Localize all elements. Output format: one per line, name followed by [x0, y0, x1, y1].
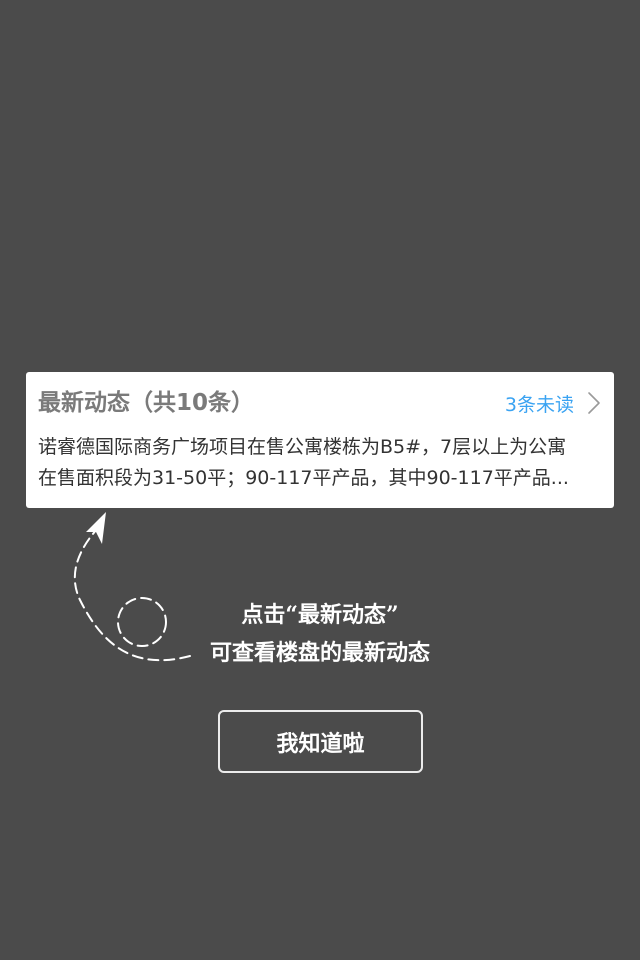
guide-hint: 点击“最新动态” 可查看楼盘的最新动态: [160, 596, 480, 672]
chevron-right-icon: [588, 392, 600, 414]
guide-hint-line: 可查看楼盘的最新动态: [209, 640, 430, 666]
unread-link[interactable]: 3条未读: [505, 389, 602, 417]
news-summary-line: 在售面积段为31-50平；90-117平产品，其中90-117平产品...: [38, 467, 569, 489]
unread-count-label: 3条未读: [504, 393, 574, 416]
latest-news-title: 最新动态（共10条）: [38, 390, 255, 416]
guide-hint-line: 点击“最新动态”: [241, 602, 399, 628]
got-it-button[interactable]: 我知道啦: [218, 710, 423, 773]
news-summary: 诺睿德国际商务广场项目在售公寓楼栋为B5#，7层以上为公寓 在售面积段为31-5…: [38, 432, 606, 494]
latest-news-card[interactable]: 最新动态（共10条） 3条未读 诺睿德国际商务广场项目在售公寓楼栋为B5#，7层…: [26, 372, 614, 508]
news-summary-line: 诺睿德国际商务广场项目在售公寓楼栋为B5#，7层以上为公寓: [38, 436, 567, 458]
